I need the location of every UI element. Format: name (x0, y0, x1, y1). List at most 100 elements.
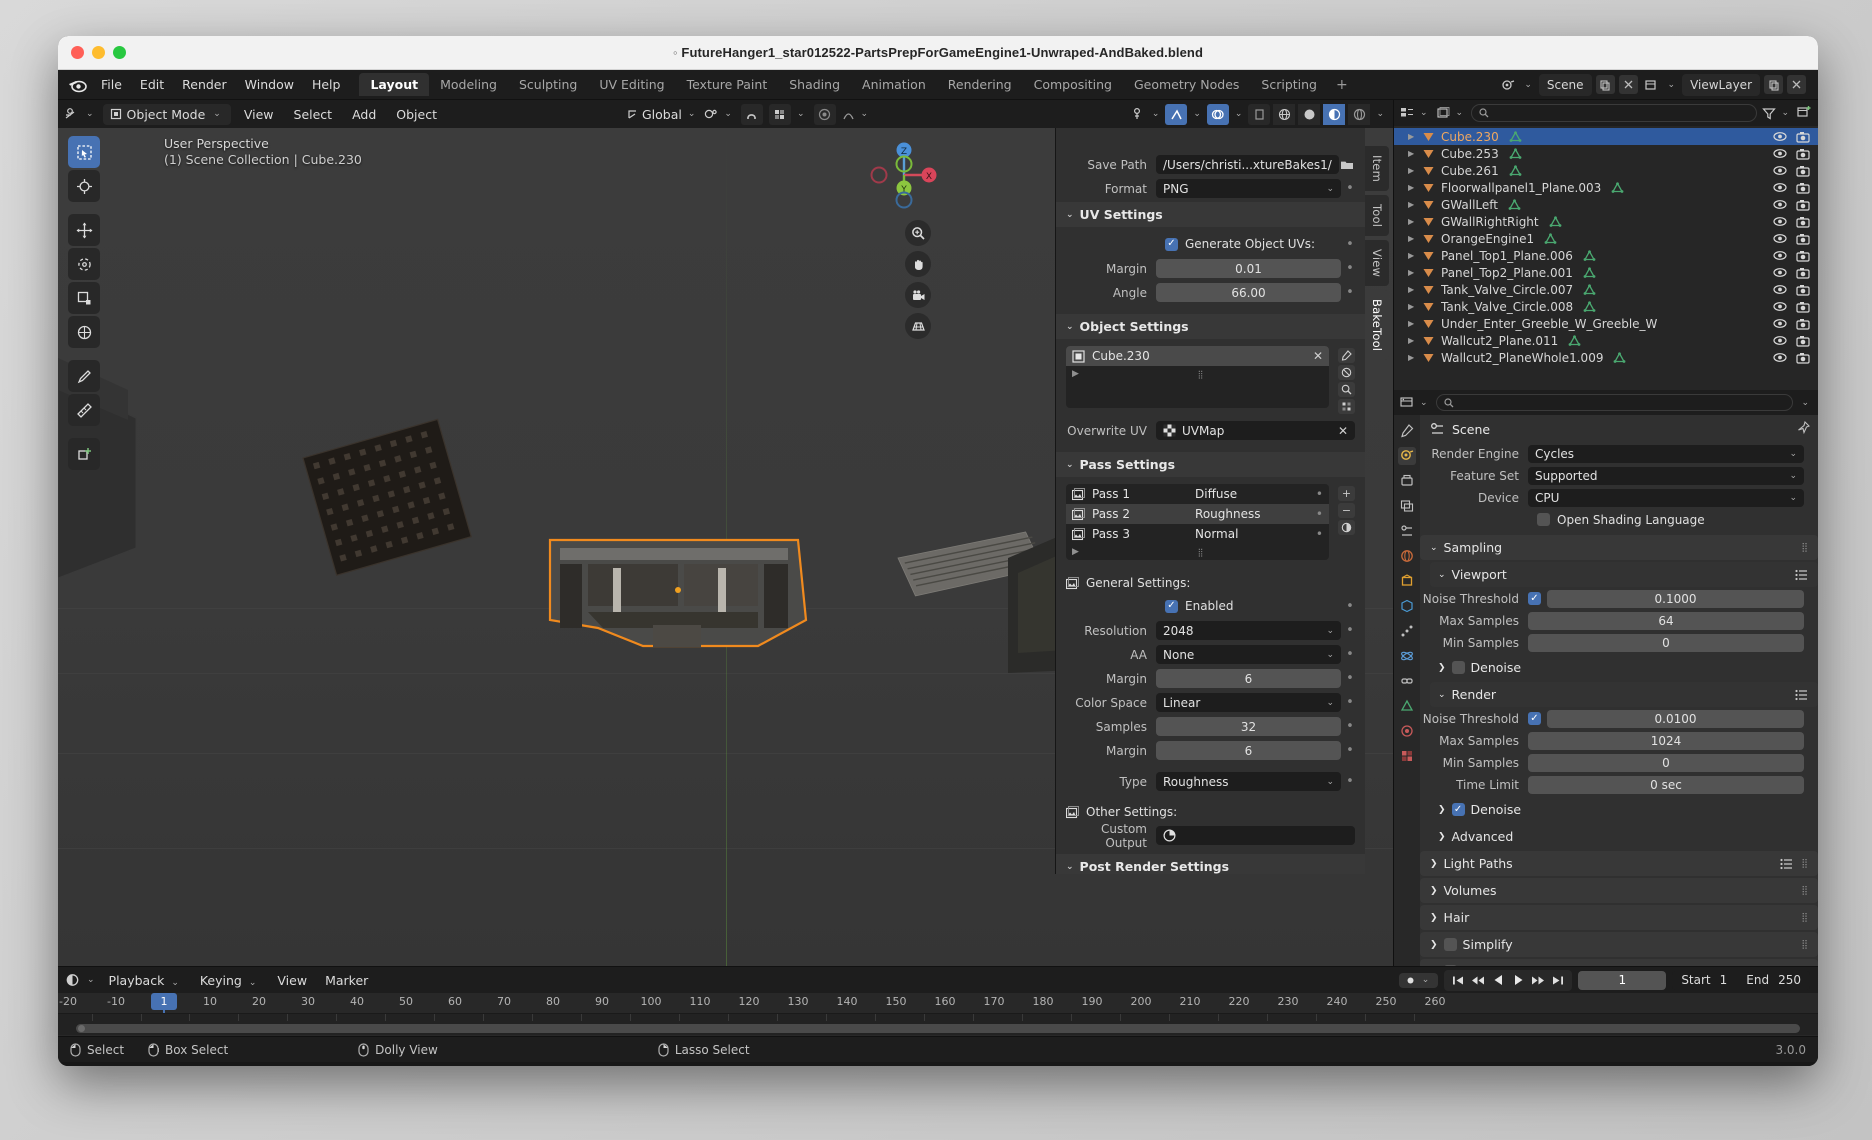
render-denoise-header[interactable]: ❯ ✓ Denoise (1430, 797, 1818, 822)
simplify-section[interactable]: ❯ Simplify ⣿ (1420, 932, 1818, 957)
enabled-checkbox[interactable]: ✓ (1165, 599, 1178, 613)
new-collection-icon[interactable] (1797, 105, 1812, 122)
expand-triangle-icon[interactable]: ▶ (1408, 166, 1422, 175)
pass-menu-button[interactable] (1338, 520, 1355, 535)
custom-output-field[interactable] (1156, 826, 1355, 845)
render-noise-threshold-input[interactable]: 0.0100 (1547, 709, 1804, 728)
type-dropdown[interactable]: Roughness ⌄ (1156, 772, 1341, 791)
tab-tool[interactable] (1398, 422, 1416, 440)
render-min-samples-input[interactable]: 0 (1528, 753, 1804, 772)
viewport-denoise-header[interactable]: ❯ Denoise (1430, 655, 1818, 680)
play-button[interactable] (1509, 972, 1527, 989)
workspace-tab-uv-editing[interactable]: UV Editing (588, 73, 675, 96)
margin2-dot[interactable]: • (1345, 743, 1355, 758)
render-noise-threshold-checkbox[interactable]: ✓ (1528, 712, 1541, 725)
tool-scale-button[interactable] (68, 282, 100, 314)
uv-settings-header[interactable]: ⌄ UV Settings (1056, 202, 1365, 227)
uv-margin-input[interactable]: 0.01 (1156, 259, 1341, 278)
transform-orientation-selector[interactable]: Global ⌄ (626, 107, 698, 122)
expand-triangle-icon[interactable]: ▶ (1408, 319, 1422, 328)
timeline-menu-marker[interactable]: Marker (318, 971, 375, 990)
workspace-tab-shading[interactable]: Shading (778, 73, 851, 96)
visibility-selector[interactable]: ⌄ (1132, 107, 1163, 121)
tool-move-button[interactable] (68, 214, 100, 246)
tool-transform-button[interactable] (68, 316, 100, 348)
tool-annotate-button[interactable] (68, 360, 100, 392)
aa-dot[interactable]: • (1345, 647, 1355, 662)
viewport-sampling-header[interactable]: ⌄ Viewport (1430, 562, 1818, 587)
workspace-tab-modeling[interactable]: Modeling (429, 73, 508, 96)
outliner-tree[interactable]: ▶ Cube.230 ▶ Cube.253 ▶ Cube.261 ▶ Floor… (1394, 126, 1818, 390)
overlays-toggle[interactable] (1206, 103, 1229, 125)
outliner-item[interactable]: ▶ Panel_Top2_Plane.001 (1394, 264, 1818, 281)
expand-triangle-icon[interactable]: ▶ (1408, 217, 1422, 226)
outliner-item[interactable]: ▶ Wallcut2_PlaneWhole1.009 (1394, 349, 1818, 366)
outliner-search-input[interactable] (1471, 104, 1758, 122)
outliner-item[interactable]: ▶ Cube.253 (1394, 145, 1818, 162)
workspace-tab-sculpting[interactable]: Sculpting (508, 73, 588, 96)
tab-render[interactable] (1398, 447, 1416, 465)
viewport-3d[interactable]: User Perspective (1) Scene Collection | … (58, 128, 1393, 966)
list-grip-icon[interactable]: ⣿ (1198, 370, 1205, 379)
shading-chevron-icon[interactable]: ⌄ (1373, 109, 1387, 119)
menu-edit[interactable]: Edit (131, 74, 173, 95)
simplify-grip-icon[interactable]: ⣿ (1801, 940, 1808, 950)
workspace-tab-layout[interactable]: Layout (359, 73, 430, 96)
save-path-input[interactable]: /Users/christi...xtureBakes1/ (1156, 155, 1339, 174)
color-space-dot[interactable]: • (1345, 695, 1355, 710)
outliner-item[interactable]: ▶ Panel_Top1_Plane.006 (1394, 247, 1818, 264)
pass-list-grip-icon[interactable]: ⣿ (1198, 548, 1205, 557)
viewlayer-browse-icon[interactable] (1642, 75, 1661, 94)
tab-view-layer[interactable] (1398, 497, 1416, 515)
search-objects-icon[interactable] (1338, 382, 1355, 397)
outliner-item[interactable]: ▶ Wallcut2_Plane.011 (1394, 332, 1818, 349)
grid-snap-icon[interactable] (768, 103, 791, 125)
tab-output[interactable] (1398, 472, 1416, 490)
object-settings-extra-icon[interactable] (1338, 399, 1355, 414)
render-denoise-checkbox[interactable]: ✓ (1451, 803, 1465, 816)
menu-render[interactable]: Render (173, 74, 236, 95)
list-expand-icon[interactable]: ▶ (1072, 369, 1079, 379)
viewport-menu-select[interactable]: Select (287, 105, 340, 124)
jump-to-end-button[interactable] (1549, 972, 1567, 989)
pass-list-item[interactable]: Pass 3 Normal • (1066, 524, 1329, 544)
outliner-item[interactable]: ▶ Cube.230 (1394, 128, 1818, 145)
npanel-tab-baketool[interactable]: BakeTool (1365, 290, 1389, 361)
hair-section[interactable]: ❯ Hair ⣿ (1420, 905, 1818, 930)
new-scene-icon[interactable] (1595, 75, 1615, 94)
expand-triangle-icon[interactable]: ▶ (1408, 285, 1422, 294)
tool-cursor-button[interactable] (68, 170, 100, 202)
frame-range-controls[interactable]: Start 1 End 250 (1672, 970, 1810, 990)
volumes-grip-icon[interactable]: ⣿ (1801, 886, 1808, 896)
viewport-menu-view[interactable]: View (237, 105, 281, 124)
scene-selector[interactable]: Scene (1538, 73, 1592, 96)
falloff-selector[interactable]: ⌄ (842, 108, 872, 121)
current-frame-input[interactable]: 1 (1578, 970, 1667, 990)
npanel-tab-tool[interactable]: Tool (1365, 194, 1389, 237)
proportional-edit-toggle[interactable] (813, 103, 836, 125)
generate-uvs-dot[interactable]: • (1345, 237, 1355, 252)
samples-dot[interactable]: • (1345, 719, 1355, 734)
timeline-scrollbar[interactable] (76, 1024, 1800, 1033)
outliner-item[interactable]: ▶ Floorwallpanel1_Plane.003 (1394, 179, 1818, 196)
format-dropdown[interactable]: PNG ⌄ (1156, 179, 1341, 198)
tab-physics[interactable] (1398, 647, 1416, 665)
pass-list-item[interactable]: Pass 1 Diffuse • (1066, 484, 1329, 504)
tool-measure-button[interactable] (68, 394, 100, 426)
auto-keying-toggle[interactable]: ⌄ (1398, 972, 1439, 988)
timeline-menu-keying[interactable]: Keying ⌄ (193, 971, 267, 990)
light-paths-section[interactable]: ❯ Light Paths ⣿ (1420, 851, 1818, 876)
tool-rotate-button[interactable] (68, 248, 100, 280)
pick-object-icon[interactable] (1338, 348, 1355, 363)
toggle-perspective-icon[interactable] (905, 313, 931, 339)
render-sampling-header[interactable]: ⌄ Render (1430, 682, 1818, 707)
motion-blur-section[interactable]: ❯ Motion Blur ⣿ (1420, 959, 1818, 966)
margin1-dot[interactable]: • (1345, 671, 1355, 686)
uv-margin-dot[interactable]: • (1345, 261, 1355, 276)
properties-search-input[interactable] (1435, 394, 1794, 411)
viewport-max-samples-input[interactable]: 64 (1528, 611, 1804, 630)
tool-add-cube-button[interactable] (68, 438, 100, 470)
viewport-menu-object[interactable]: Object (389, 105, 444, 124)
timeline-track[interactable] (58, 1013, 1818, 1035)
outliner-item[interactable]: ▶ GWallLeft (1394, 196, 1818, 213)
